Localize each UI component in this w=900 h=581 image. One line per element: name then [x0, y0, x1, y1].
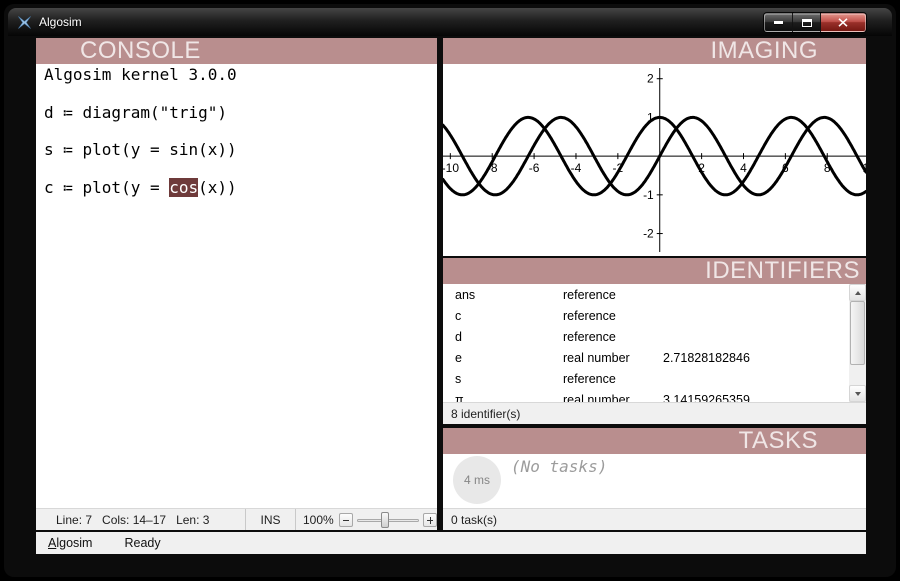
no-tasks-label: (No tasks)	[511, 457, 607, 476]
caret-position-status: Line: 7 Cols: 14–17 Len: 3	[36, 509, 246, 530]
console-line: c ≔ plot(y = cos(x))	[44, 179, 437, 198]
svg-text:-6: -6	[529, 161, 540, 175]
insert-mode-label: INS	[260, 513, 280, 527]
tasks-statusbar: 0 task(s)	[443, 508, 866, 530]
identifiers-list[interactable]: ansreferencecreferencedreferenceereal nu…	[443, 284, 849, 402]
svg-text:4: 4	[740, 161, 747, 175]
status-len: Len: 3	[176, 513, 209, 527]
task-count: 0 task(s)	[451, 513, 497, 527]
identifier-row[interactable]: ereal number2.71828182846	[443, 347, 849, 368]
zoom-controls: 100%	[296, 509, 437, 530]
console-line	[44, 122, 437, 141]
scroll-down-icon	[855, 392, 861, 396]
svg-text:2: 2	[647, 72, 654, 86]
ready-status: Ready	[124, 536, 160, 550]
console-line	[44, 160, 437, 179]
console-line: s ≔ plot(y = sin(x))	[44, 141, 437, 160]
tasks-header-label: TASKS	[739, 428, 818, 454]
screen: Algosim CONSOLE Algosim kernel 3.0.0 d ≔ …	[0, 0, 900, 581]
scrollbar-thumb[interactable]	[850, 301, 865, 365]
status-line: Line: 7	[56, 513, 92, 527]
close-button[interactable]	[821, 13, 866, 32]
identifier-row[interactable]: πreal number3.14159265359	[443, 389, 849, 402]
app-statusbar: Algosim Ready	[36, 532, 866, 554]
imaging-panel: IMAGING -10-8-6-4-2246810-2-112	[443, 38, 866, 256]
identifier-count: 8 identifier(s)	[451, 407, 520, 421]
console-panel: CONSOLE Algosim kernel 3.0.0 d ≔ diagram(…	[36, 38, 437, 530]
zoom-level: 100%	[303, 513, 335, 527]
zoom-slider-thumb[interactable]	[381, 512, 389, 528]
zoom-slider[interactable]	[357, 511, 419, 529]
console-line	[44, 85, 437, 104]
imaging-header: IMAGING	[443, 38, 866, 64]
trig-diagram-view[interactable]: -10-8-6-4-2246810-2-112	[443, 64, 866, 256]
console-header-label: CONSOLE	[80, 38, 201, 64]
console-editor[interactable]: Algosim kernel 3.0.0 d ≔ diagram("trig") s…	[36, 64, 437, 508]
svg-text:-1: -1	[643, 188, 654, 202]
window-title: Algosim	[39, 15, 82, 29]
tasks-header: TASKS	[443, 428, 866, 454]
minimize-icon	[774, 21, 783, 24]
zoom-out-button[interactable]	[339, 513, 353, 527]
minus-icon	[343, 520, 349, 521]
time-badge-label: 4 ms	[464, 473, 490, 487]
identifier-row[interactable]: ansreference	[443, 284, 849, 305]
tasks-body: 4 ms (No tasks)	[443, 454, 866, 508]
identifiers-statusbar: 8 identifier(s)	[443, 402, 866, 424]
svg-text:-10: -10	[443, 161, 459, 175]
scroll-up-button[interactable]	[849, 284, 866, 301]
time-badge: 4 ms	[453, 456, 501, 504]
plot-svg: -10-8-6-4-2246810-2-112	[443, 64, 866, 256]
minimize-button[interactable]	[764, 13, 793, 32]
tasks-panel: TASKS 4 ms (No tasks) 0 task(s)	[443, 428, 866, 530]
selected-text: cos	[169, 178, 198, 197]
identifier-row[interactable]: dreference	[443, 326, 849, 347]
identifiers-header: IDENTIFIERS	[443, 258, 866, 284]
console-line: Algosim kernel 3.0.0	[44, 66, 437, 85]
identifiers-panel: IDENTIFIERS ansreferencecreferencedrefer…	[443, 258, 866, 424]
scroll-up-icon	[855, 291, 861, 295]
console-header: CONSOLE	[36, 38, 437, 64]
imaging-header-label: IMAGING	[710, 38, 818, 64]
maximize-button[interactable]	[793, 13, 821, 32]
identifiers-scrollbar[interactable]	[849, 284, 866, 402]
titlebar[interactable]: Algosim	[8, 8, 892, 36]
close-icon	[838, 18, 848, 27]
insert-mode-status: INS	[246, 509, 296, 530]
identifier-row[interactable]: creference	[443, 305, 849, 326]
caption-buttons	[764, 13, 866, 32]
scroll-down-button[interactable]	[849, 385, 866, 402]
svg-text:-2: -2	[643, 227, 654, 241]
zoom-in-button[interactable]	[423, 513, 437, 527]
maximize-icon	[802, 19, 812, 27]
identifier-row[interactable]: sreference	[443, 368, 849, 389]
algosim-menu[interactable]: Algosim	[48, 536, 92, 550]
app-icon	[16, 14, 32, 30]
console-statusbar: Line: 7 Cols: 14–17 Len: 3 INS 100%	[36, 508, 437, 530]
status-cols: Cols: 14–17	[102, 513, 166, 527]
console-line: d ≔ diagram("trig")	[44, 104, 437, 123]
identifiers-header-label: IDENTIFIERS	[705, 258, 860, 284]
